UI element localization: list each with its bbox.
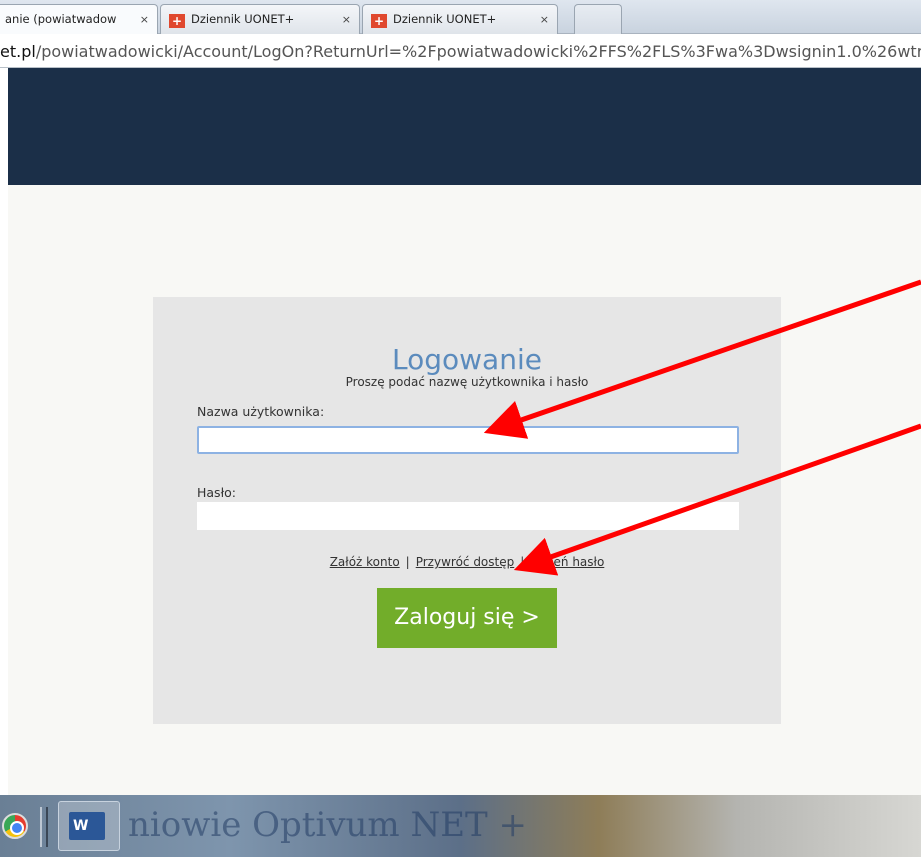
tab-close-icon[interactable]: × (140, 13, 149, 26)
tab-title: Dziennik UONET+ (393, 12, 497, 26)
login-panel: Logowanie Proszę podać nazwę użytkownika… (153, 297, 781, 724)
address-bar[interactable]: et.pl/powiatwadowicki/Account/LogOn?Retu… (0, 34, 921, 68)
taskbar-separator (40, 807, 48, 847)
browser-tab-active[interactable]: anie (powiatwadow × (0, 4, 158, 34)
site-header-banner (8, 68, 921, 185)
tab-title: anie (powiatwadow (5, 12, 117, 26)
login-instructions: Proszę podać nazwę użytkownika i hasło (345, 375, 589, 389)
account-links: Załóż konto | Przywróć dostęp | Zmień hasło (153, 555, 781, 569)
uonet-favicon-icon: + (169, 14, 185, 28)
chrome-icon[interactable] (2, 813, 28, 839)
login-title: Logowanie (392, 343, 542, 376)
address-host: et.pl (0, 42, 36, 61)
new-tab-button[interactable] (574, 4, 622, 34)
page-left-edge (0, 68, 8, 795)
address-path: /powiatwadowicki/Account/LogOn?ReturnUrl… (35, 42, 921, 61)
password-input[interactable] (197, 502, 739, 530)
tab-close-icon[interactable]: × (342, 13, 351, 26)
uonet-favicon-icon: + (371, 14, 387, 28)
restore-access-link[interactable]: Przywróć dostęp (416, 555, 515, 569)
word-icon: W (69, 812, 105, 840)
tab-title: Dziennik UONET+ (191, 12, 295, 26)
link-separator: | (405, 555, 410, 569)
change-password-link[interactable]: Zmień hasło (530, 555, 604, 569)
username-input[interactable] (197, 426, 739, 454)
windows-taskbar: W niowie Optivum NET + (0, 795, 921, 857)
word-taskbar-button[interactable]: W (58, 801, 120, 851)
tab-close-icon[interactable]: × (540, 13, 549, 26)
link-separator: | (520, 555, 525, 569)
browser-tab[interactable]: + Dziennik UONET+ × (362, 4, 558, 34)
browser-tab[interactable]: + Dziennik UONET+ × (160, 4, 360, 34)
password-label: Hasło: (197, 485, 236, 500)
username-label: Nazwa użytkownika: (197, 404, 325, 419)
login-button[interactable]: Zaloguj się > (377, 588, 557, 648)
browser-tab-bar: anie (powiatwadow × + Dziennik UONET+ × +… (0, 0, 921, 34)
create-account-link[interactable]: Załóż konto (330, 555, 400, 569)
taskbar-background-text: niowie Optivum NET + (128, 805, 528, 845)
